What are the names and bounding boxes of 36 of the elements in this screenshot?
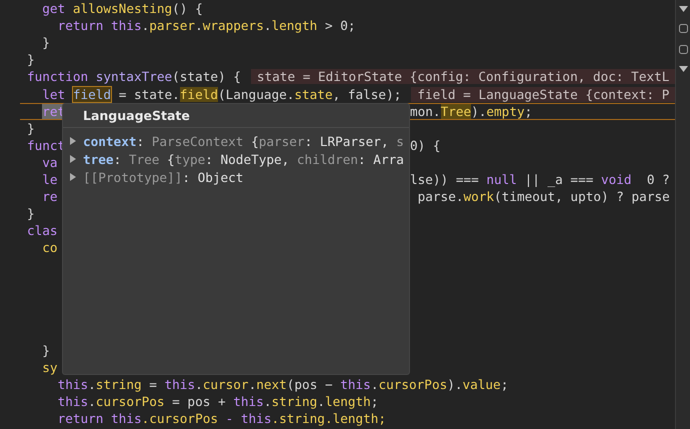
popover-title: LanguageState: [63, 104, 409, 128]
inline-value: state = EditorState {config: Configuration, doc: TextL: [250, 69, 675, 84]
code-text: let field = state.field(Language.state, false);: [41, 86, 402, 102]
code-text: parse.work(timeout, upto) ? parse: [416, 189, 670, 204]
expand-triangle-icon[interactable]: [69, 155, 77, 163]
code-text: this.string = this.cursor.next(pos − this.cursorPos).value;: [56, 377, 508, 392]
code-text: re: [41, 189, 58, 204]
triangle-icon[interactable]: [678, 6, 688, 12]
property-text: tree: Tree {type: NodeType, children: Arra: [83, 152, 404, 166]
code-text: lse)) === null || _a === void 0 ?: [410, 172, 670, 187]
checkbox-icon[interactable]: [678, 24, 688, 33]
code-text: }: [27, 52, 35, 68]
inline-value: field = LanguageState {context: P: [411, 86, 675, 102]
expand-triangle-icon[interactable]: [69, 137, 77, 145]
code-text: return this.cursorPos - this.string.length;: [56, 411, 386, 426]
code-text: this.cursorPos = pos + this.string.length;: [56, 394, 378, 410]
code-text: funct: [27, 138, 66, 153]
code-text: }: [27, 206, 35, 222]
property-text: context: ParseContext {parser: LRParser, s: [83, 134, 404, 148]
code-text: function syntaxTree(state) {: [27, 69, 241, 84]
property-text: [[Prototype]]: Object: [83, 170, 244, 184]
code-text: co: [41, 240, 58, 256]
code-text: }: [41, 342, 50, 358]
code-text: get allowsNesting() {: [41, 1, 203, 16]
checkbox-icon[interactable]: [678, 45, 688, 54]
expand-triangle-icon[interactable]: [69, 173, 77, 181]
triangle-icon[interactable]: [678, 66, 688, 72]
code-text: 0) {: [410, 138, 441, 153]
code-text: }: [27, 120, 35, 136]
code-text: }: [41, 35, 50, 50]
code-text: va: [41, 154, 58, 170]
code-text: sy: [41, 360, 58, 376]
code-text: le: [41, 172, 58, 187]
code-text: return this.parser.wrappers.length > 0;: [56, 18, 356, 34]
code-text: mon.Tree).empty;: [410, 104, 532, 119]
code-text: clas: [27, 223, 58, 238]
